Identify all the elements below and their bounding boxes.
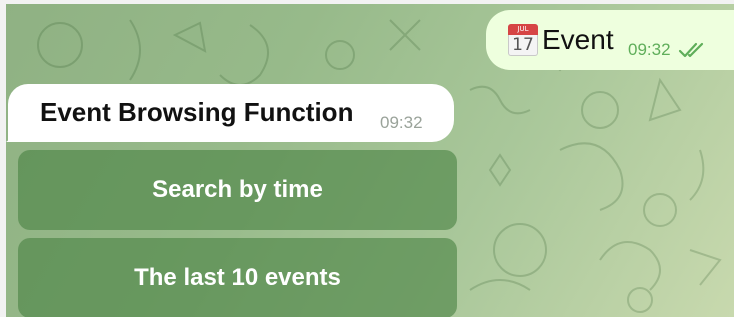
search-by-time-button[interactable]: Search by time — [18, 150, 457, 230]
last-10-events-button[interactable]: The last 10 events — [18, 238, 457, 317]
left-frame — [0, 0, 6, 317]
incoming-message-bubble[interactable]: Event Browsing Function 09:32 — [8, 84, 454, 142]
calendar-icon: JUL 17 — [508, 24, 538, 56]
double-check-icon — [678, 42, 704, 58]
incoming-message-time: 09:32 — [380, 113, 423, 132]
top-frame — [0, 0, 734, 4]
outgoing-message-bubble[interactable]: JUL 17 Event 09:32 — [486, 10, 734, 70]
incoming-message-text: Event Browsing Function — [40, 97, 354, 127]
outgoing-message-time: 09:32 — [628, 40, 671, 59]
calendar-month: JUL — [508, 24, 538, 35]
calendar-day: 17 — [512, 35, 534, 55]
outgoing-message-text: Event — [542, 24, 614, 55]
incoming-bubble-tail — [6, 124, 20, 142]
